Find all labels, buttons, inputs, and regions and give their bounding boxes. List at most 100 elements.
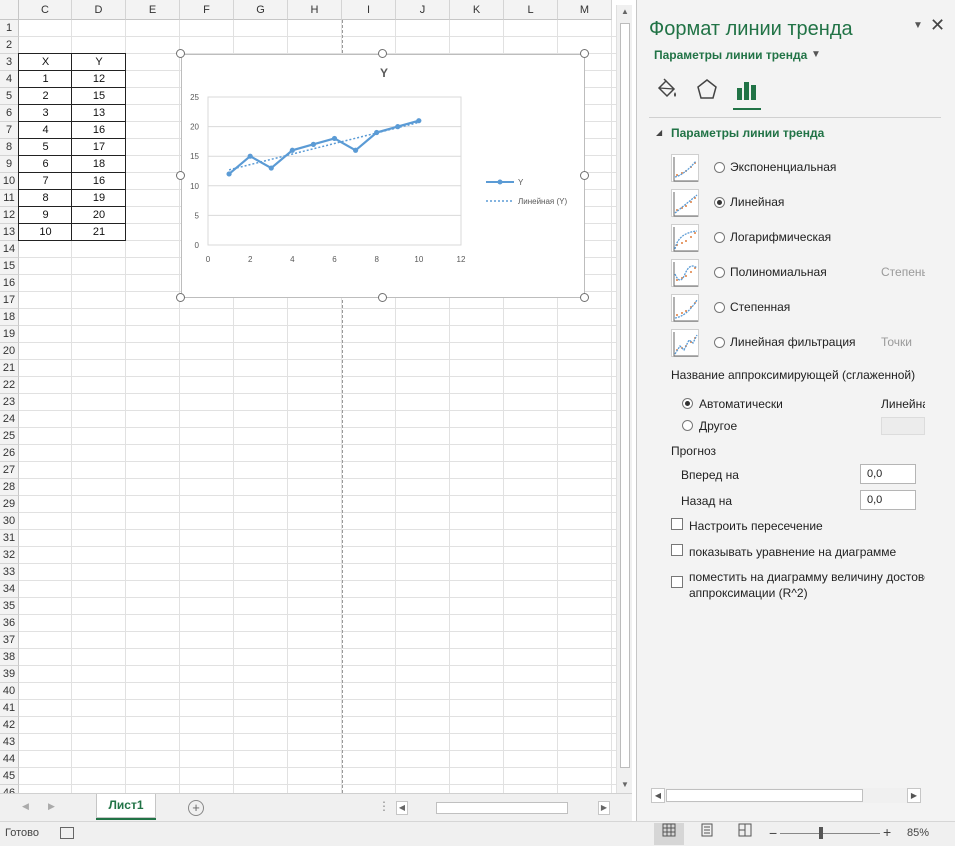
row-header-30[interactable]: 30 xyxy=(0,513,19,530)
row-header-39[interactable]: 39 xyxy=(0,666,19,683)
chart-resize-handle[interactable] xyxy=(176,293,185,302)
page-layout-view-icon[interactable] xyxy=(692,823,722,845)
prev-sheet-icon[interactable]: ◀ xyxy=(22,801,29,812)
chevron-down-icon[interactable]: ▼ xyxy=(811,49,821,60)
show-equation-checkbox[interactable] xyxy=(671,544,683,556)
table-cell[interactable]: 21 xyxy=(72,224,126,241)
line-chart[interactable]: 0 5 10 15 20 25 0 2 4 6 8 10 12 Y Y Линейная (Y) xyxy=(182,55,586,299)
next-sheet-icon[interactable]: ▶ xyxy=(48,801,55,812)
trendline-type-label[interactable]: Степенная xyxy=(730,300,790,314)
table-header-cell[interactable]: Y xyxy=(72,54,126,71)
select-all-corner[interactable] xyxy=(0,0,19,20)
trendline-option-row[interactable]: Степенная xyxy=(671,294,951,324)
pane-options-dropdown-icon[interactable]: ▼ xyxy=(913,20,923,31)
scroll-right-icon[interactable]: ▶ xyxy=(598,801,610,815)
trendline-option-row[interactable]: Линейная фильтрация Точки xyxy=(671,329,951,359)
row-header-15[interactable]: 15 xyxy=(0,258,19,275)
table-cell[interactable]: 20 xyxy=(72,207,126,224)
table-cell[interactable]: 10 xyxy=(19,224,72,241)
table-cell[interactable]: 13 xyxy=(72,105,126,122)
row-header-25[interactable]: 25 xyxy=(0,428,19,445)
row-header-34[interactable]: 34 xyxy=(0,581,19,598)
set-intercept-checkbox[interactable] xyxy=(671,518,683,530)
trendline-type-radio[interactable] xyxy=(714,232,725,243)
close-icon[interactable]: ✕ xyxy=(930,15,945,36)
forward-input[interactable]: 0,0 xyxy=(860,464,916,484)
chart-object[interactable]: 0 5 10 15 20 25 0 2 4 6 8 10 12 Y Y Линейная (Y) xyxy=(181,54,585,298)
scroll-down-icon[interactable]: ▼ xyxy=(620,780,630,790)
options-dropdown[interactable]: Параметры линии тренда xyxy=(654,48,807,62)
row-header-8[interactable]: 8 xyxy=(0,139,19,156)
sheet-tab-list1[interactable]: Лист1 xyxy=(96,794,156,818)
row-header-33[interactable]: 33 xyxy=(0,564,19,581)
row-header-45[interactable]: 45 xyxy=(0,768,19,785)
row-header-18[interactable]: 18 xyxy=(0,309,19,326)
name-other-input[interactable] xyxy=(881,417,925,435)
table-cell[interactable]: 16 xyxy=(72,122,126,139)
trendline-type-label[interactable]: Линейная xyxy=(730,195,784,209)
pane-horizontal-scrollbar[interactable]: ◀ ▶ xyxy=(651,788,921,803)
name-other-radio[interactable] xyxy=(682,420,693,431)
table-cell[interactable]: 16 xyxy=(72,173,126,190)
chart-resize-handle[interactable] xyxy=(378,49,387,58)
table-cell[interactable]: 3 xyxy=(19,105,72,122)
row-header-37[interactable]: 37 xyxy=(0,632,19,649)
row-header-12[interactable]: 12 xyxy=(0,207,19,224)
table-cell[interactable]: 6 xyxy=(19,156,72,173)
name-other-label[interactable]: Другое xyxy=(699,419,737,433)
show-rsquared-label-2[interactable]: аппроксимации (R^2) xyxy=(689,586,808,600)
normal-view-icon[interactable] xyxy=(654,823,684,845)
effects-tab-icon[interactable] xyxy=(693,76,721,104)
row-header-11[interactable]: 11 xyxy=(0,190,19,207)
row-header-23[interactable]: 23 xyxy=(0,394,19,411)
row-header-7[interactable]: 7 xyxy=(0,122,19,139)
horizontal-scroll-thumb[interactable] xyxy=(436,802,568,814)
tab-splitter-icon[interactable]: ⋮ xyxy=(378,799,390,813)
column-header-k[interactable]: K xyxy=(450,0,504,20)
zoom-level[interactable]: 85% xyxy=(907,827,929,839)
show-equation-label[interactable]: показывать уравнение на диаграмме xyxy=(689,545,896,559)
macro-record-icon[interactable] xyxy=(60,827,74,839)
row-header-36[interactable]: 36 xyxy=(0,615,19,632)
row-header-41[interactable]: 41 xyxy=(0,700,19,717)
table-cell[interactable]: 1 xyxy=(19,71,72,88)
zoom-in-button[interactable]: + xyxy=(883,824,891,840)
row-header-44[interactable]: 44 xyxy=(0,751,19,768)
row-header-24[interactable]: 24 xyxy=(0,411,19,428)
set-intercept-label[interactable]: Настроить пересечение xyxy=(689,519,823,533)
horizontal-scrollbar[interactable]: ◀ ▶ xyxy=(396,801,614,815)
row-header-21[interactable]: 21 xyxy=(0,360,19,377)
table-cell[interactable]: 18 xyxy=(72,156,126,173)
row-header-13[interactable]: 13 xyxy=(0,224,19,241)
chart-resize-handle[interactable] xyxy=(176,49,185,58)
series-options-tab-icon[interactable] xyxy=(733,76,761,104)
chart-resize-handle[interactable] xyxy=(580,293,589,302)
column-header-g[interactable]: G xyxy=(234,0,288,20)
row-header-43[interactable]: 43 xyxy=(0,734,19,751)
collapse-section-icon[interactable]: ◢ xyxy=(656,128,662,137)
section-title[interactable]: Параметры линии тренда xyxy=(671,126,824,140)
chart-resize-handle[interactable] xyxy=(580,171,589,180)
row-header-26[interactable]: 26 xyxy=(0,445,19,462)
trendline-type-label[interactable]: Экспоненциальная xyxy=(730,160,836,174)
scroll-left-icon[interactable]: ◀ xyxy=(396,801,408,815)
column-header-e[interactable]: E xyxy=(126,0,180,20)
row-header-46[interactable]: 46 xyxy=(0,785,19,793)
pane-scroll-thumb[interactable] xyxy=(666,789,863,802)
row-header-27[interactable]: 27 xyxy=(0,462,19,479)
column-header-d[interactable]: D xyxy=(72,0,126,20)
table-cell[interactable]: 9 xyxy=(19,207,72,224)
add-sheet-button[interactable]: + xyxy=(188,800,204,816)
row-header-19[interactable]: 19 xyxy=(0,326,19,343)
trendline-type-radio[interactable] xyxy=(714,337,725,348)
column-header-c[interactable]: C xyxy=(19,0,72,20)
row-header-6[interactable]: 6 xyxy=(0,105,19,122)
trendline-type-label[interactable]: Полиномиальная xyxy=(730,265,827,279)
row-header-32[interactable]: 32 xyxy=(0,547,19,564)
column-header-m[interactable]: M xyxy=(558,0,612,20)
table-cell[interactable]: 12 xyxy=(72,71,126,88)
name-auto-label[interactable]: Автоматически xyxy=(699,397,783,411)
table-cell[interactable]: 4 xyxy=(19,122,72,139)
scroll-up-icon[interactable]: ▲ xyxy=(620,7,630,17)
show-rsquared-checkbox[interactable] xyxy=(671,576,683,588)
